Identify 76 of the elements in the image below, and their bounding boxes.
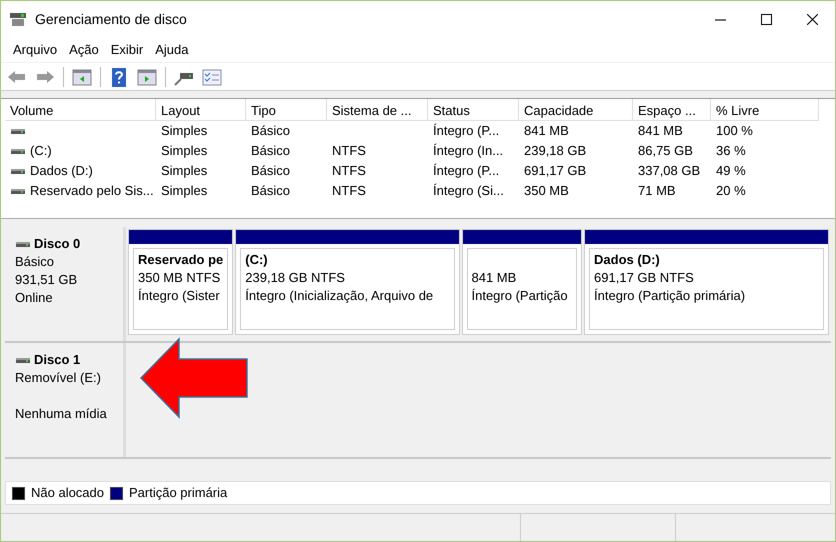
partition-block[interactable]: Dados (D:) 691,17 GB NTFS Íntegro (Partição primária) <box>589 248 824 330</box>
partition-size: 350 MB NTFS <box>138 269 222 287</box>
drive-icon <box>10 146 26 156</box>
menu-item[interactable]: Ação <box>63 38 105 62</box>
table-cell-text: NTFS <box>332 182 366 200</box>
close-icon <box>806 14 818 24</box>
table-cell-text: 337,08 GB <box>638 162 700 180</box>
column-header[interactable]: Layout <box>156 99 246 121</box>
table-cell-text: Íntegro (In... <box>433 142 504 160</box>
table-cell-text: Íntegro (P... <box>433 122 500 140</box>
table-cell-text: 20 % <box>716 182 746 200</box>
partition-label: Dados (D:) <box>594 252 660 267</box>
partition-size: 691,17 GB NTFS <box>594 269 695 287</box>
menu-item[interactable]: Ajuda <box>149 38 194 62</box>
disk-detail: 931,51 GB <box>15 272 78 287</box>
table-cell-text: Básico <box>251 182 290 200</box>
table-cell-text: 350 MB <box>524 182 569 200</box>
table-cell-text: 49 % <box>716 162 746 180</box>
partition-size: 239,18 GB NTFS <box>245 269 346 287</box>
table-cell-text: Básico <box>251 142 290 160</box>
drive-icon <box>15 355 31 365</box>
partition-label: Reservado pe <box>138 252 224 267</box>
drive-icon <box>15 239 31 249</box>
table-cell-text: Simples <box>161 142 208 160</box>
partition-block[interactable]: 841 MB Íntegro (Partição <box>466 248 578 330</box>
partition-status: Íntegro (Partição <box>472 287 569 305</box>
menu-item[interactable]: Arquivo <box>7 38 64 62</box>
table-cell-text: 239,18 GB <box>524 142 586 160</box>
partition-label: (C:) <box>245 252 268 267</box>
partition-block[interactable]: (C:) 239,18 GB NTFS Íntegro (Inicialização, Arquivo de <box>240 248 454 330</box>
disk-status: Nenhuma mídia <box>15 406 107 421</box>
partition-status: Íntegro (Inicialização, Arquivo de <box>245 287 434 305</box>
table-cell-text: 841 MB <box>524 122 569 140</box>
disk-detail: Removível (E:) <box>15 370 101 385</box>
partition-block[interactable]: Reservado pe 350 MB NTFS Íntegro (Sister <box>133 248 228 330</box>
table-cell-text: 86,75 GB <box>638 142 693 160</box>
disk-name: Disco 0 <box>34 235 80 253</box>
disk-name: Disco 1 <box>34 351 80 369</box>
partition-size: 841 MB <box>472 269 518 287</box>
table-cell-text: 100 % <box>716 122 753 140</box>
table-cell-text: 36 % <box>716 142 746 160</box>
table-cell-text: Simples <box>161 182 208 200</box>
drive-icon <box>10 186 26 196</box>
table-cell-text: 71 MB <box>638 182 676 200</box>
table-cell-text: Dados (D:) <box>30 162 93 180</box>
table-cell-text: (C:) <box>30 142 52 160</box>
legend-label: Não alocado <box>31 484 104 502</box>
drive-icon <box>10 126 26 136</box>
column-header[interactable]: Status <box>428 99 519 121</box>
maximize-icon <box>760 14 772 24</box>
disk-status: Online <box>15 290 53 305</box>
table-cell-text: NTFS <box>332 162 366 180</box>
table-cell-text: NTFS <box>332 142 366 160</box>
table-cell-text: Simples <box>161 162 208 180</box>
table-cell-text: 691,17 GB <box>524 162 586 180</box>
table-cell-text: Reservado pelo Sis... <box>30 182 154 200</box>
table-cell-text: 841 MB <box>638 122 683 140</box>
column-header[interactable]: % Livre <box>711 99 819 121</box>
table-cell-text: Íntegro (P... <box>433 162 500 180</box>
legend-label: Partição primária <box>129 484 228 502</box>
column-header[interactable]: Tipo <box>246 99 327 121</box>
column-header[interactable]: Volume <box>5 99 156 121</box>
column-header[interactable]: Capacidade <box>519 99 633 121</box>
drive-icon <box>10 166 26 176</box>
disk-detail: Básico <box>15 254 54 269</box>
table-cell-text: Simples <box>161 122 208 140</box>
menu-item[interactable]: Exibir <box>104 38 150 62</box>
partition-status: Íntegro (Partição primária) <box>594 287 746 305</box>
app-icon <box>9 11 27 27</box>
table-cell-text: Básico <box>251 122 290 140</box>
partition-status: Íntegro (Sister <box>138 287 221 305</box>
column-header[interactable]: Sistema de ... <box>327 99 428 121</box>
table-cell-text: Íntegro (Si... <box>433 182 504 200</box>
column-header[interactable]: Espaço ... <box>633 99 711 121</box>
window-title: Gerenciamento de disco <box>35 10 188 28</box>
table-cell-text: Básico <box>251 162 290 180</box>
